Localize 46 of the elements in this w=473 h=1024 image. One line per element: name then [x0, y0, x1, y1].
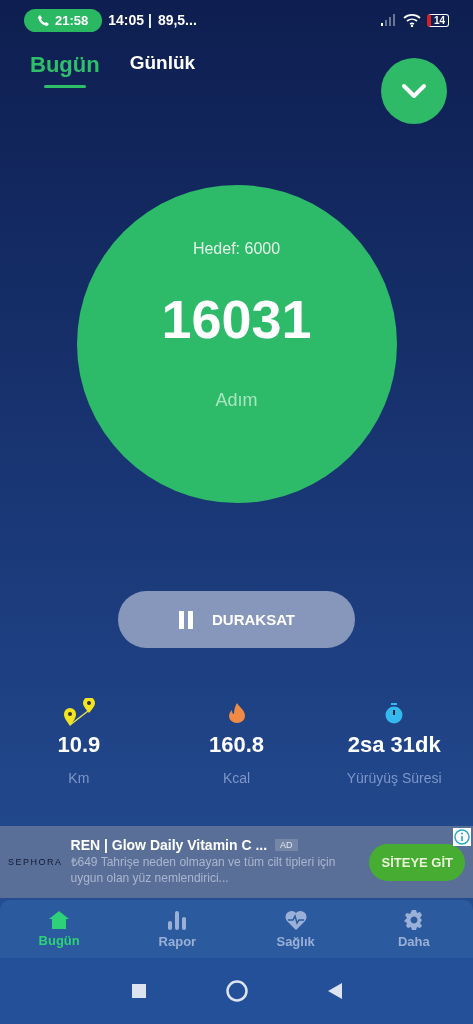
- nav-item[interactable]: Bugün: [0, 900, 119, 958]
- settings-icon: [403, 909, 424, 930]
- home-icon: [49, 910, 70, 929]
- stopwatch-icon: [385, 702, 404, 724]
- heart-pulse-icon: [284, 909, 307, 930]
- goal-label: Hedef: 6000: [192, 240, 281, 258]
- wifi-icon: [402, 13, 421, 27]
- stat-value: 10.9: [57, 732, 101, 758]
- status-text: 89,5...: [157, 12, 197, 28]
- triangle-icon: [327, 983, 342, 999]
- pause-button[interactable]: DURAKSAT: [118, 591, 355, 648]
- ad-brand: SEPHORA: [8, 857, 63, 867]
- stat-value: 2sa 31dk: [347, 732, 441, 758]
- stat-label: Kcal: [222, 770, 251, 786]
- home-button[interactable]: [225, 980, 248, 1002]
- clock: 14:05 |: [108, 12, 152, 28]
- nav-item[interactable]: Sağlık: [236, 900, 355, 958]
- ad-banner[interactable]: SEPHORA REN | Glow Daily Vitamin C ... AD ₺649 Tahrişe neden olmayan ve tüm cilt tipleri için uygun olan yüz nemlendirici... SİTEYE GİT: [0, 826, 473, 898]
- circle-icon: [225, 980, 248, 1002]
- flame-icon: [227, 703, 246, 723]
- ad-badge: AD: [275, 839, 298, 852]
- map-pins-icon: [61, 698, 96, 728]
- step-count: 16031: [161, 288, 312, 350]
- bar-chart-icon: [167, 909, 188, 930]
- chevron-down-icon: [401, 83, 427, 99]
- ad-title: REN | Glow Daily Vitamin C ...: [70, 837, 268, 854]
- step-unit: Adım: [215, 390, 258, 411]
- call-time: 21:58: [55, 12, 89, 28]
- tab[interactable]: Günlük: [129, 50, 196, 84]
- nav-item[interactable]: Rapor: [118, 900, 237, 958]
- stat-label: Km: [68, 770, 90, 786]
- back-button[interactable]: [327, 983, 342, 999]
- battery-indicator: 14: [426, 13, 449, 27]
- signal-icon: [380, 14, 397, 26]
- pause-icon: [177, 610, 194, 629]
- call-indicator[interactable]: 21:58: [24, 8, 103, 32]
- stat-label: Yürüyüş Süresi: [346, 770, 442, 786]
- recents-button[interactable]: [131, 984, 146, 998]
- info-icon[interactable]: [453, 828, 471, 846]
- nav-item[interactable]: Daha: [354, 900, 473, 958]
- ad-text: ₺649 Tahrişe neden olmayan ve tüm cilt tipleri için uygun olan yüz nemlendirici...: [70, 855, 337, 887]
- stat-value: 160.8: [208, 732, 265, 758]
- visit-site-button[interactable]: SİTEYE GİT: [369, 843, 465, 881]
- tab[interactable]: Bugün: [30, 50, 100, 88]
- phone-icon: [38, 14, 49, 26]
- square-icon: [131, 984, 146, 998]
